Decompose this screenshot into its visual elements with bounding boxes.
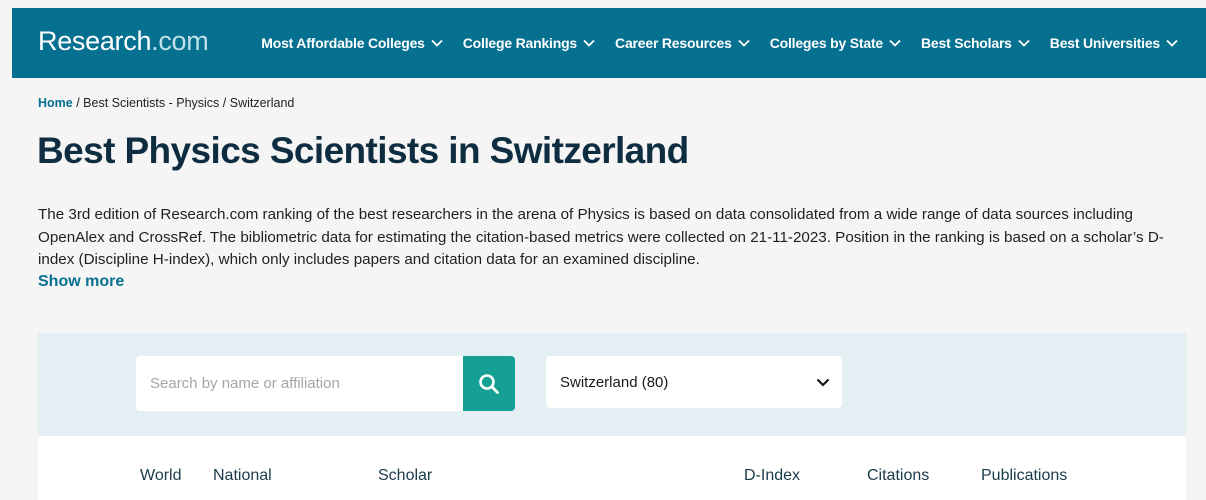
chevron-down-icon [738, 39, 750, 47]
rankings-table: World National Scholar D-Index Citations… [38, 436, 1186, 500]
column-header-d-index[interactable]: D-Index [744, 467, 800, 485]
breadcrumb-separator: / [222, 96, 230, 110]
nav-label: Best Universities [1049, 35, 1160, 51]
nav-colleges-by-state[interactable]: Colleges by State [770, 35, 901, 51]
chevron-down-icon [889, 39, 901, 47]
main-nav: Most Affordable Colleges College Ranking… [261, 8, 1178, 78]
top-navbar: Research .com Most Affordable Colleges Co… [12, 8, 1206, 78]
column-header-national[interactable]: National [213, 467, 272, 485]
country-select[interactable]: Switzerland (80) [546, 356, 842, 408]
nav-college-rankings[interactable]: College Rankings [463, 35, 595, 51]
nav-label: Best Scholars [921, 35, 1012, 51]
ranking-description: The 3rd edition of Research.com ranking … [38, 206, 1164, 268]
search-button[interactable] [463, 356, 515, 411]
logo-suffix: .com [151, 26, 209, 56]
chevron-down-icon [583, 39, 595, 47]
breadcrumb-current: Switzerland [229, 96, 295, 110]
search-icon [479, 373, 499, 394]
breadcrumb-home-link[interactable]: Home [38, 96, 73, 110]
search-input[interactable] [136, 356, 463, 411]
breadcrumb-separator: / [72, 96, 84, 110]
nav-best-scholars[interactable]: Best Scholars [921, 35, 1030, 51]
nav-career-resources[interactable]: Career Resources [615, 35, 750, 51]
show-more-link[interactable]: Show more [38, 273, 124, 291]
country-select-value: Switzerland (80) [560, 373, 669, 391]
nav-label: College Rankings [462, 35, 578, 51]
page-title: Best Physics Scientists in Switzerland [37, 130, 689, 171]
logo-text: Research [38, 26, 152, 56]
breadcrumb: Home / Best Scientists - Physics / Switz… [38, 96, 294, 110]
filter-panel: Switzerland (80) [38, 333, 1186, 436]
column-header-scholar[interactable]: Scholar [378, 467, 432, 485]
chevron-down-icon [1166, 39, 1178, 47]
column-header-publications[interactable]: Publications [981, 467, 1067, 485]
column-header-citations[interactable]: Citations [867, 467, 929, 485]
column-header-world[interactable]: World [140, 467, 182, 485]
chevron-down-icon [1018, 39, 1030, 47]
chevron-down-icon [431, 39, 443, 47]
breadcrumb-section-link[interactable]: Best Scientists - Physics [83, 96, 223, 110]
site-logo[interactable]: Research .com [38, 26, 209, 57]
nav-best-universities[interactable]: Best Universities [1050, 35, 1178, 51]
nav-label: Career Resources [615, 35, 732, 51]
nav-label: Colleges by State [769, 35, 884, 51]
nav-most-affordable-colleges[interactable]: Most Affordable Colleges [261, 35, 443, 51]
chevron-down-icon [816, 378, 830, 387]
nav-label: Most Affordable Colleges [261, 35, 425, 51]
